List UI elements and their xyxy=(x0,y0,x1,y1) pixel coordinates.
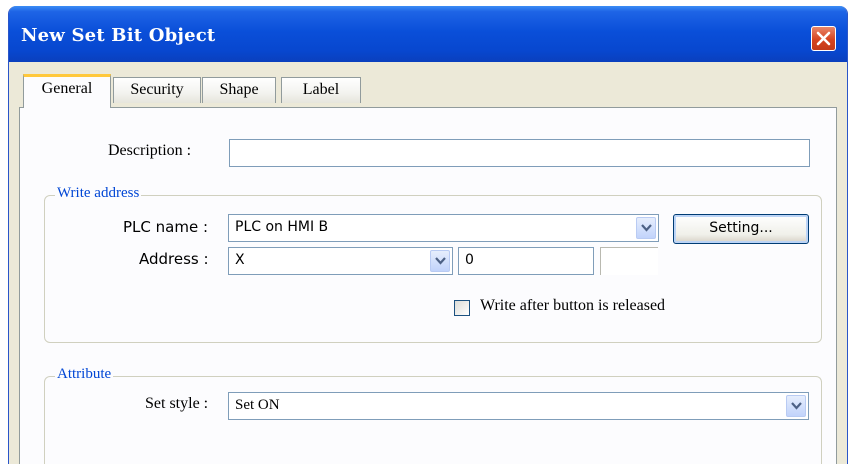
set-style-select[interactable]: Set ON xyxy=(228,392,809,420)
write-address-group-title: Write address xyxy=(55,185,142,202)
chevron-down-icon xyxy=(641,224,652,232)
plc-name-label: PLC name : xyxy=(123,218,209,236)
plc-name-dropdown-button[interactable] xyxy=(636,217,656,239)
address-type-value: X xyxy=(235,252,245,268)
tab-strip: General Security Shape Label xyxy=(9,62,847,112)
set-style-label: Set style : xyxy=(145,395,209,412)
setting-button[interactable]: Setting... xyxy=(673,214,809,244)
close-button[interactable] xyxy=(811,26,836,51)
chevron-down-icon xyxy=(435,257,446,265)
address-number-input[interactable]: 0 xyxy=(458,247,594,275)
description-label: Description : xyxy=(108,142,192,159)
set-style-value: Set ON xyxy=(235,397,280,413)
address-type-dropdown-button[interactable] xyxy=(430,250,450,272)
attribute-group: Attribute Set style : Set ON xyxy=(44,366,822,464)
close-icon xyxy=(816,31,831,46)
address-extra-field[interactable] xyxy=(600,247,658,275)
write-after-release-checkbox[interactable] xyxy=(454,300,470,316)
address-type-select[interactable]: X xyxy=(228,247,453,275)
tab-security-label: Security xyxy=(130,81,184,98)
tab-security[interactable]: Security xyxy=(113,77,201,103)
title-bar[interactable]: New Set Bit Object xyxy=(9,6,847,62)
write-address-group: Write address PLC name : PLC on HMI B Se… xyxy=(44,185,822,343)
tab-general-label: General xyxy=(41,80,93,97)
general-tab-panel: Description : Write address PLC name : P… xyxy=(19,107,837,464)
tab-label-label: Label xyxy=(302,81,340,98)
tab-shape[interactable]: Shape xyxy=(202,77,276,103)
plc-name-select[interactable]: PLC on HMI B xyxy=(228,214,659,242)
tab-label[interactable]: Label xyxy=(281,77,361,103)
chevron-down-icon xyxy=(791,402,802,410)
dialog-window: New Set Bit Object General Security Shap… xyxy=(8,6,848,464)
tab-shape-label: Shape xyxy=(219,81,259,98)
set-style-dropdown-button[interactable] xyxy=(786,395,806,417)
address-label: Address : xyxy=(139,250,209,268)
attribute-group-title: Attribute xyxy=(55,366,114,383)
tab-general[interactable]: General xyxy=(23,74,111,108)
description-input[interactable] xyxy=(229,139,810,167)
window-title: New Set Bit Object xyxy=(21,25,216,46)
plc-name-value: PLC on HMI B xyxy=(235,219,329,235)
write-after-release-label[interactable]: Write after button is released xyxy=(480,297,665,315)
